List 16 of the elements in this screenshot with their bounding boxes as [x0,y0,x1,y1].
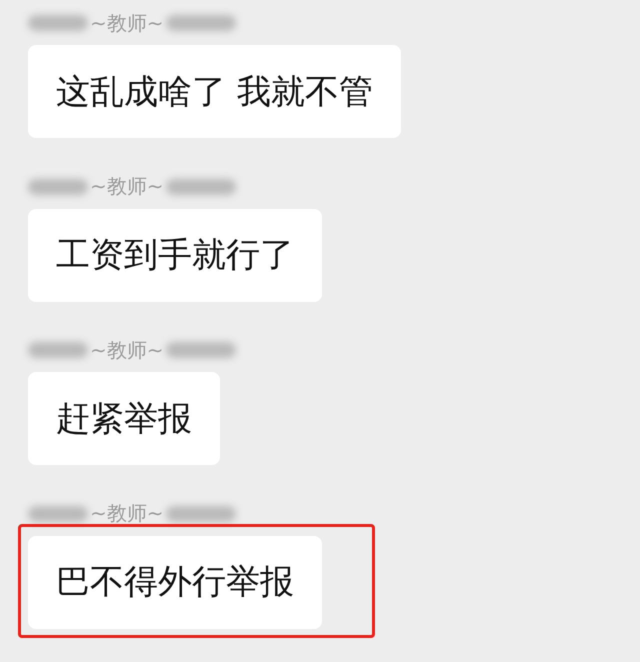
message-bubble: 工资到手就行了 [28,208,322,302]
blurred-name [28,15,88,31]
sender-name: ~教师~ [90,336,164,364]
blurred-name [166,178,236,194]
blurred-name [28,178,88,194]
blurred-name [166,15,236,31]
sender-name: ~教师~ [90,173,164,200]
blurred-name [28,342,88,358]
blurred-name [28,506,88,522]
blurred-name [166,506,236,522]
message-bubble: 这乱成啥了 我就不管 [28,45,401,138]
blurred-name [166,342,236,358]
sender-name: ~教师~ [90,10,164,36]
message-bubble: 赶紧举报 [28,372,220,465]
message-bubble: 巴不得外行举报 [28,536,322,628]
sender-name: ~教师~ [90,500,164,527]
